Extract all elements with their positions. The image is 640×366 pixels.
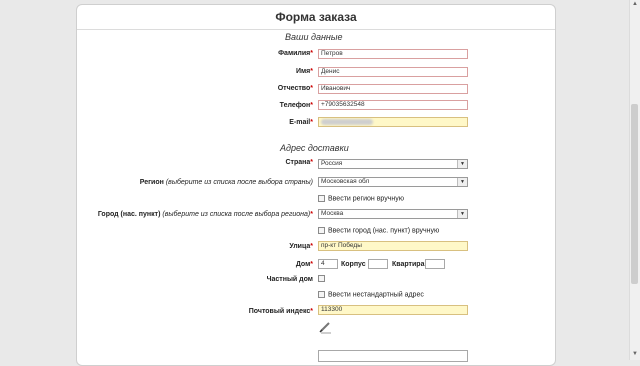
custom-address-checkbox[interactable]: Ввести нестандартный адрес (318, 291, 424, 298)
scroll-down-icon[interactable]: ▼ (632, 351, 638, 357)
form-title: Форма заказа (275, 10, 357, 24)
house-label: Дом* (295, 261, 313, 268)
page-scrollbar[interactable]: ▲ ▼ (629, 0, 640, 360)
country-select[interactable]: Россия ▼ (318, 159, 468, 169)
apartment-label: Квартира (392, 261, 425, 268)
checkbox-box[interactable] (318, 195, 325, 202)
private-house-checkbox[interactable] (318, 275, 328, 282)
country-label: Страна* (285, 159, 313, 166)
checkbox-box[interactable] (318, 275, 325, 282)
city-manual-checkbox[interactable]: Ввести город (нас. пункт) вручную (318, 227, 439, 234)
chevron-down-icon: ▼ (457, 178, 467, 186)
email-label: E-mail* (289, 119, 313, 126)
email-input[interactable] (318, 117, 468, 127)
postal-label: Почтовый индекс* (248, 308, 313, 315)
region-manual-checkbox[interactable]: Ввести регион вручную (318, 195, 404, 202)
postal-input[interactable]: 113300 (318, 305, 468, 315)
city-label: Город (нас. пункт) (выберите из списка п… (97, 211, 313, 218)
chevron-down-icon: ▼ (457, 160, 467, 168)
comment-textarea[interactable] (318, 350, 468, 362)
name-label: Имя* (295, 68, 313, 75)
chevron-down-icon: ▼ (457, 210, 467, 218)
surname-input[interactable]: Петров (318, 49, 468, 59)
building-input[interactable] (368, 259, 388, 269)
city-select[interactable]: Москва ▼ (318, 209, 468, 219)
header-divider (77, 29, 555, 30)
private-house-label: Частный дом (266, 276, 313, 283)
patronymic-input[interactable]: Иванович (318, 84, 468, 94)
building-label: Корпус (341, 261, 366, 268)
scrollbar-thumb[interactable] (631, 104, 638, 284)
region-label: Регион (выберите из списка после выбора … (139, 179, 313, 186)
surname-label: Фамилия* (278, 50, 313, 57)
name-input[interactable]: Денис (318, 67, 468, 77)
phone-label: Телефон* (279, 102, 313, 109)
region-select[interactable]: Московская обл ▼ (318, 177, 468, 187)
checkbox-box[interactable] (318, 227, 325, 234)
scroll-up-icon[interactable]: ▲ (632, 1, 638, 7)
pencil-icon[interactable] (318, 320, 332, 334)
street-label: Улица* (289, 243, 313, 250)
phone-input[interactable]: +79035632548 (318, 100, 468, 110)
personal-section-title: Ваши данные (285, 32, 343, 42)
patronymic-label: Отчество* (277, 85, 313, 92)
house-input[interactable]: 4 (318, 259, 338, 269)
apartment-input[interactable] (425, 259, 445, 269)
street-input[interactable]: пр-кт Победы (318, 241, 468, 251)
redacted-email (321, 119, 373, 125)
checkbox-box[interactable] (318, 291, 325, 298)
delivery-section-title: Адрес доставки (280, 143, 349, 153)
